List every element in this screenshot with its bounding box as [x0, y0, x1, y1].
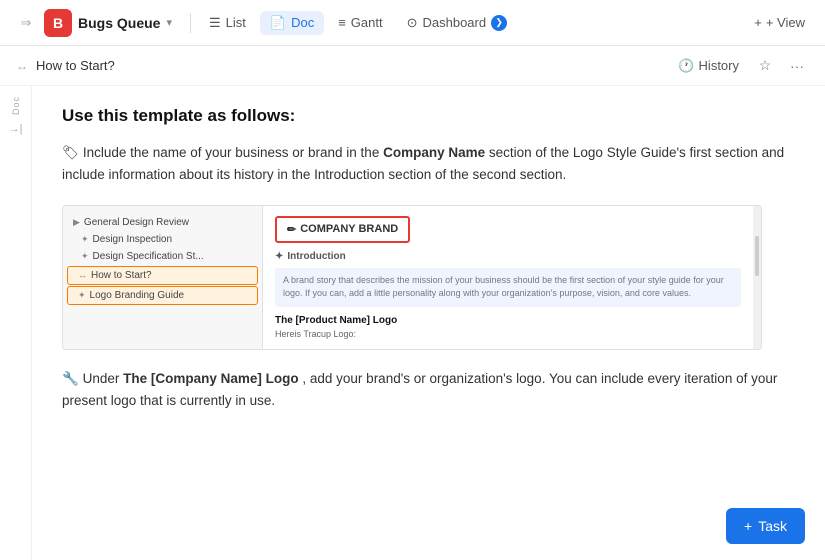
pencil-icon: ✏: [287, 223, 296, 236]
brand-story-text: A brand story that describes the mission…: [275, 268, 741, 307]
embedded-screenshot: ▶ General Design Review ✦ Design Inspect…: [62, 205, 762, 350]
history-button[interactable]: 🕐 History: [672, 55, 745, 77]
workspace-name: Bugs Queue: [78, 15, 160, 31]
top-navigation: ⇒ B Bugs Queue ▾ ☰ List 📄 Doc ≡ Gantt ⊙ …: [0, 0, 825, 46]
tree-item-specification: ✦ Design Specification St...: [63, 248, 262, 265]
content-area: Doc →| Use this template as follows: 🏷 I…: [0, 86, 825, 560]
tree-dot-icon: ✦: [78, 290, 86, 301]
history-clock-icon: 🕐: [678, 58, 694, 74]
expand-sidebar-button[interactable]: ⇒: [12, 9, 40, 37]
company-brand-text: COMPANY BRAND: [300, 223, 398, 235]
paragraph1-emoji: 🏷: [62, 145, 79, 160]
paragraph1-text: Include the name of your business or bra…: [79, 145, 383, 160]
tree-item-label: Design Inspection: [93, 234, 173, 245]
tab-gantt-label: Gantt: [351, 15, 383, 30]
view-label: + View: [766, 15, 805, 30]
workspace-logo: B: [44, 9, 72, 37]
doc-paragraph-2: 🔧 Under The [Company Name] Logo , add yo…: [62, 368, 785, 413]
breadcrumb-actions: 🕐 History ☆ ···: [672, 54, 809, 78]
tree-item-general-design: ▶ General Design Review: [63, 214, 262, 231]
paragraph2-prefix: Under: [83, 371, 124, 386]
star-icon: ☆: [759, 57, 772, 74]
paragraph2-bold: The [Company Name] Logo: [123, 371, 299, 386]
embedded-content-panel: ✏ COMPANY BRAND ✦ Introduction A brand s…: [263, 206, 753, 349]
scrollbar-thumb: [755, 236, 759, 276]
history-label: History: [699, 58, 739, 73]
intro-label: Introduction: [287, 251, 345, 262]
doc-paragraph-1: 🏷 Include the name of your business or b…: [62, 142, 785, 187]
page-title: How to Start?: [36, 58, 672, 73]
tab-doc-label: Doc: [291, 15, 314, 30]
tree-item-label: Logo Branding Guide: [90, 290, 185, 301]
breadcrumb-nav-arrows: ↔: [16, 59, 28, 73]
doc-heading: Use this template as follows:: [62, 106, 785, 126]
nav-divider: [190, 13, 191, 33]
tree-item-label: General Design Review: [84, 217, 189, 228]
intro-icon: ✦: [275, 251, 283, 262]
tree-item-label: How to Start?: [91, 270, 152, 281]
tracup-text: Hereis Tracup Logo:: [275, 329, 741, 339]
intro-badge: ✦ Introduction: [275, 251, 741, 262]
doc-icon: 📄: [270, 15, 286, 31]
more-options-button[interactable]: ···: [785, 54, 809, 78]
tree-dot-icon: ✦: [81, 251, 89, 262]
tab-list-label: List: [226, 15, 246, 30]
sidebar-arrow: →|: [9, 123, 23, 135]
tree-dot-icon: ✦: [81, 234, 89, 245]
more-icon: ···: [790, 58, 804, 74]
tab-list[interactable]: ☰ List: [199, 11, 256, 35]
list-icon: ☰: [209, 15, 221, 31]
tree-item-label: Design Specification St...: [93, 251, 204, 262]
tree-arrows-icon: ↔: [78, 270, 87, 280]
add-task-button[interactable]: + Task: [726, 508, 805, 544]
task-label: Task: [758, 518, 787, 534]
tab-gantt[interactable]: ≡ Gantt: [328, 11, 392, 34]
task-plus-icon: +: [744, 518, 752, 534]
workspace-chevron-icon[interactable]: ▾: [166, 16, 172, 29]
company-brand-label: ✏ COMPANY BRAND: [275, 216, 410, 243]
star-button[interactable]: ☆: [753, 54, 777, 78]
tree-item-inspection: ✦ Design Inspection: [63, 231, 262, 248]
breadcrumb-bar: ↔ How to Start? 🕐 History ☆ ···: [0, 46, 825, 86]
tree-item-howtostart: ↔ How to Start?: [67, 266, 258, 285]
dashboard-icon: ⊙: [407, 15, 418, 31]
sidebar-doc-label: Doc: [11, 96, 21, 115]
left-sidebar: Doc →|: [0, 86, 32, 560]
gantt-icon: ≡: [338, 15, 346, 30]
paragraph1-bold: Company Name: [383, 145, 485, 160]
paragraph2-emoji: 🔧: [62, 371, 79, 386]
expand-icon: ⇒: [21, 15, 32, 31]
logo-letter: B: [53, 15, 63, 31]
embedded-tree-panel: ▶ General Design Review ✦ Design Inspect…: [63, 206, 263, 349]
tree-expand-icon: ▶: [73, 217, 80, 228]
add-view-button[interactable]: + + View: [746, 11, 813, 34]
product-logo-label: The [Product Name] Logo: [275, 315, 741, 326]
tab-dashboard[interactable]: ⊙ Dashboard ❯: [397, 11, 518, 35]
plus-icon: +: [754, 15, 762, 30]
doc-content: Use this template as follows: 🏷 Include …: [32, 86, 825, 560]
embedded-scrollbar: [753, 206, 761, 349]
tree-item-logo-branding: ✦ Logo Branding Guide: [67, 286, 258, 305]
tab-dashboard-label: Dashboard: [423, 15, 487, 30]
tab-doc[interactable]: 📄 Doc: [260, 11, 324, 35]
dashboard-badge: ❯: [491, 15, 507, 31]
